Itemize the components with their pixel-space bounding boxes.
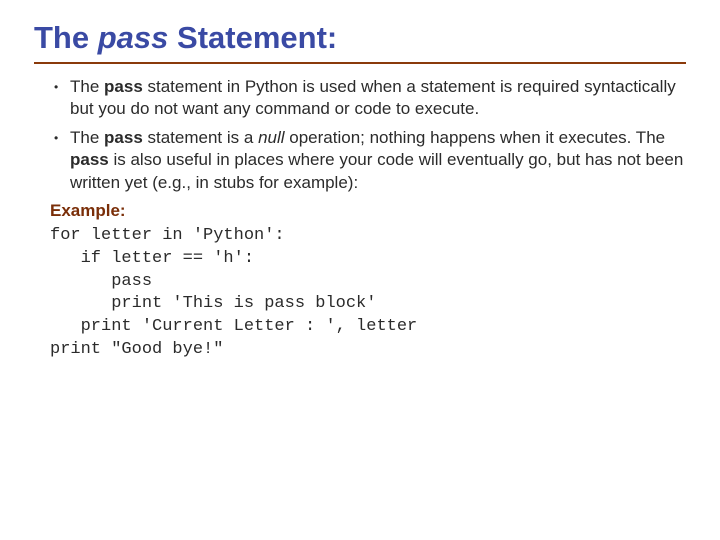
title-keyword: pass <box>98 20 169 55</box>
bullet1-keyword: pass <box>104 77 143 96</box>
bullet1-pre: The <box>70 77 104 96</box>
title-underline <box>34 62 686 64</box>
bullet-dot-icon: • <box>54 127 70 194</box>
bullet2-null: null <box>258 128 284 147</box>
code-line: print 'This is pass block' <box>50 293 686 316</box>
slide-title: The pass Statement: <box>34 20 686 56</box>
code-line: for letter in 'Python': <box>50 225 686 248</box>
bullet-text: The pass statement in Python is used whe… <box>70 76 686 121</box>
bullet2-keyword2: pass <box>70 150 109 169</box>
example-label: Example: <box>50 200 686 222</box>
bullet2-keyword1: pass <box>104 128 143 147</box>
code-line: if letter == 'h': <box>50 248 686 271</box>
code-block: for letter in 'Python': if letter == 'h'… <box>50 225 686 363</box>
slide-body: • The pass statement in Python is used w… <box>34 76 686 362</box>
title-post: Statement: <box>168 20 337 55</box>
bullet-item: • The pass statement is a null operation… <box>54 127 686 194</box>
bullet2-pre: The <box>70 128 104 147</box>
bullet2-mid2: operation; nothing happens when it execu… <box>285 128 666 147</box>
slide: The pass Statement: • The pass statement… <box>0 0 720 540</box>
bullet2-post: is also useful in places where your code… <box>70 150 683 191</box>
code-line: pass <box>50 271 686 294</box>
code-line: print "Good bye!" <box>50 339 686 362</box>
bullet-dot-icon: • <box>54 76 70 121</box>
bullet2-mid1: statement is a <box>143 128 258 147</box>
title-pre: The <box>34 20 98 55</box>
bullet-item: • The pass statement in Python is used w… <box>54 76 686 121</box>
code-line: print 'Current Letter : ', letter <box>50 316 686 339</box>
bullet1-post: statement in Python is used when a state… <box>70 77 676 118</box>
bullet-text: The pass statement is a null operation; … <box>70 127 686 194</box>
